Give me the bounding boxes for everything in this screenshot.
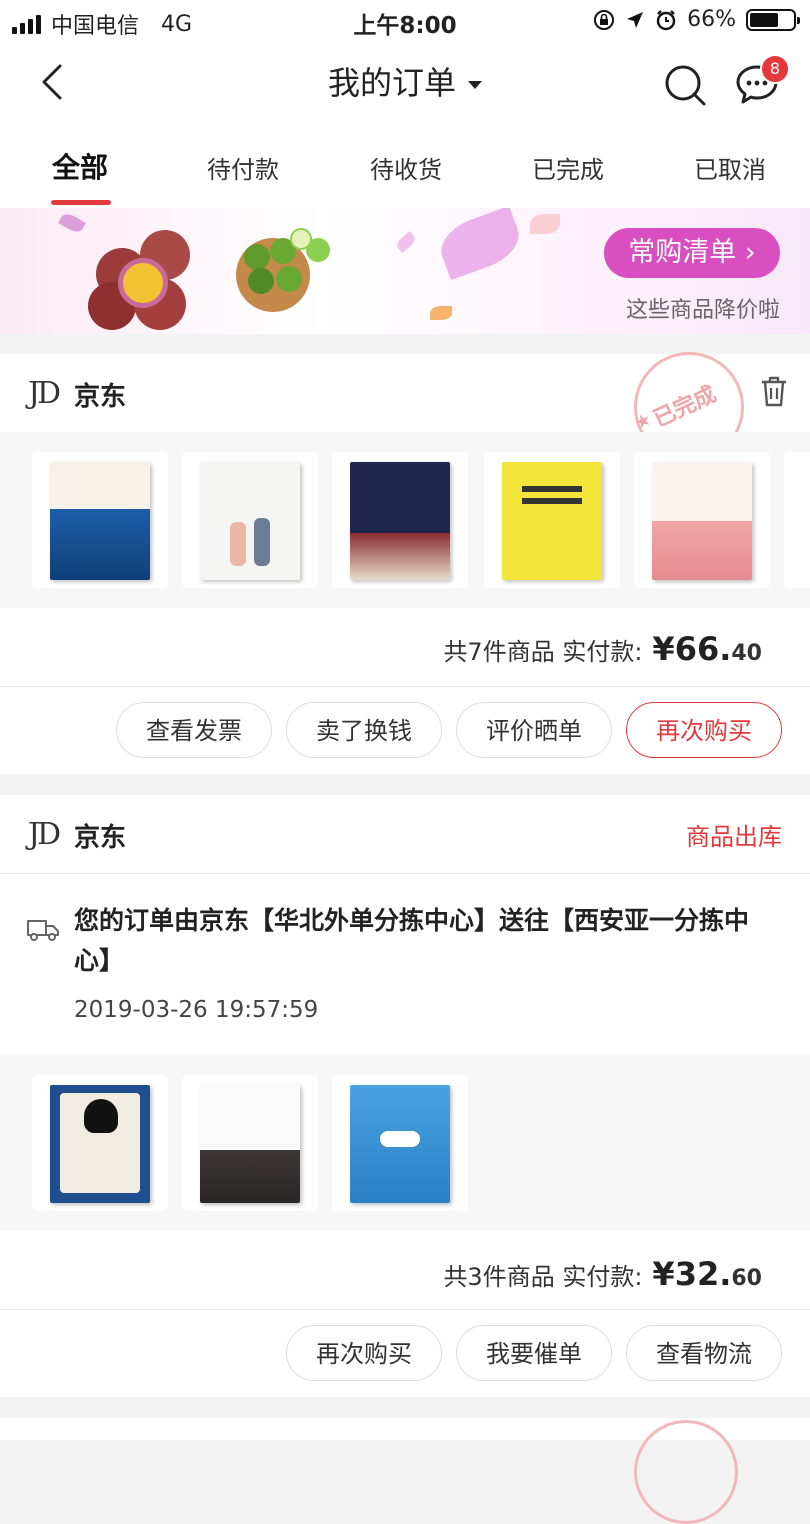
book-cover-image [350,462,450,580]
store-header[interactable]: JD 京东 商品出库 [0,795,810,873]
store-header[interactable]: JD 京东 已完成 ★ [0,352,810,462]
buy-again-button[interactable]: 再次购买 [286,1325,442,1381]
divider [0,873,810,874]
active-tab-indicator [51,200,111,205]
status-bar: 中国电信 4G 上午8:00 66% [0,0,810,42]
tab-pending-payment[interactable]: 待付款 [207,150,279,185]
completed-stamp [634,1420,738,1524]
urge-order-button[interactable]: 我要催单 [456,1325,612,1381]
divider [0,686,810,687]
order-summary-label: 共3件商品 实付款: [443,1263,643,1291]
petal-decoration [58,210,86,236]
product-thumbnails[interactable] [0,1055,810,1231]
tab-completed[interactable]: 已完成 [532,150,604,185]
tracking-message: 您的订单由京东【华北外单分拣中心】送往【西安亚一分拣中心】 [74,906,750,975]
store-name: 京东 [74,823,127,853]
product-thumbnail[interactable] [32,452,168,588]
order-price-cents: 40 [731,641,762,666]
rotation-lock-icon [594,9,615,30]
product-thumbnails[interactable] [0,432,810,608]
trash-icon[interactable] [758,374,790,408]
nav-bar: 我的订单 8 [0,42,810,124]
alarm-icon [656,9,676,30]
banner-subtitle: 这些商品降价啦 [625,298,780,323]
review-button[interactable]: 评价晒单 [456,702,612,758]
truck-icon [27,920,59,941]
message-badge: 8 [760,54,790,84]
caret-down-icon [468,81,482,89]
divider [0,1309,810,1310]
product-thumbnail[interactable] [182,1075,318,1211]
petal-decoration [433,208,527,281]
view-logistics-button[interactable]: 查看物流 [626,1325,782,1381]
order-total: 共3件商品 实付款: ¥32.60 [443,1255,762,1293]
product-thumbnail[interactable] [332,1075,468,1211]
product-thumbnail[interactable] [32,1075,168,1211]
store-name: 京东 [74,382,127,412]
battery-icon [746,8,800,31]
page-title: 我的订单 [327,64,456,102]
petal-decoration [530,214,560,234]
order-status: 商品出库 [686,823,782,851]
sell-for-cash-button[interactable]: 卖了换钱 [286,702,442,758]
book-cover-image [200,462,300,580]
book-cover-image [50,1085,150,1203]
tab-all[interactable]: 全部 [52,146,108,186]
book-cover-image [502,462,602,580]
petal-decoration [394,230,418,254]
order-price: ¥32. [652,1255,732,1293]
message-button[interactable]: 8 [734,54,790,108]
order-card [0,1418,810,1524]
order-tabs: 全部 待付款 待收货 已完成 已取消 [0,124,810,209]
jd-logo-icon: JD [28,817,61,852]
product-thumbnail[interactable] [784,452,810,588]
book-cover-image [652,462,752,580]
stamp-text: 已完成 [649,381,721,433]
product-thumbnail[interactable] [634,452,770,588]
book-cover-image [350,1085,450,1203]
book-cover-image [200,1085,300,1203]
order-card: JD 京东 已完成 ★ 共7件商品 实付款: ¥66.40 查看发票 卖了换钱 … [0,352,810,774]
product-thumbnail[interactable] [332,452,468,588]
tracking-info[interactable]: 您的订单由京东【华北外单分拣中心】送往【西安亚一分拣中心】 2019-03-26… [0,901,810,1051]
chevron-right-icon: › [744,237,756,268]
frequent-buy-list-label: 常购清单 [628,237,737,268]
book-cover-image [50,462,150,580]
tracking-time: 2019-03-26 19:57:59 [74,997,319,1023]
tab-pending-receipt[interactable]: 待收货 [370,150,442,185]
buy-again-button[interactable]: 再次购买 [626,702,782,758]
tab-cancelled[interactable]: 已取消 [694,150,766,185]
jd-logo-icon: JD [28,376,61,411]
product-thumbnail[interactable] [484,452,620,588]
order-price: ¥66. [652,630,732,668]
order-price-cents: 60 [731,1266,762,1291]
promo-banner[interactable]: 常购清单 › 这些商品降价啦 [0,208,810,334]
order-total: 共7件商品 实付款: ¥66.40 [443,630,762,668]
location-icon [627,11,644,28]
battery-percent: 66% [687,7,736,32]
order-card: JD 京东 商品出库 您的订单由京东【华北外单分拣中心】送往【西安亚一分拣中心】… [0,795,810,1397]
order-summary-label: 共7件商品 实付款: [443,638,643,666]
product-thumbnail[interactable] [182,452,318,588]
petal-decoration [430,306,452,320]
frequent-buy-list-button[interactable]: 常购清单 › [604,228,780,278]
view-invoice-button[interactable]: 查看发票 [116,702,272,758]
search-icon[interactable] [662,62,708,108]
